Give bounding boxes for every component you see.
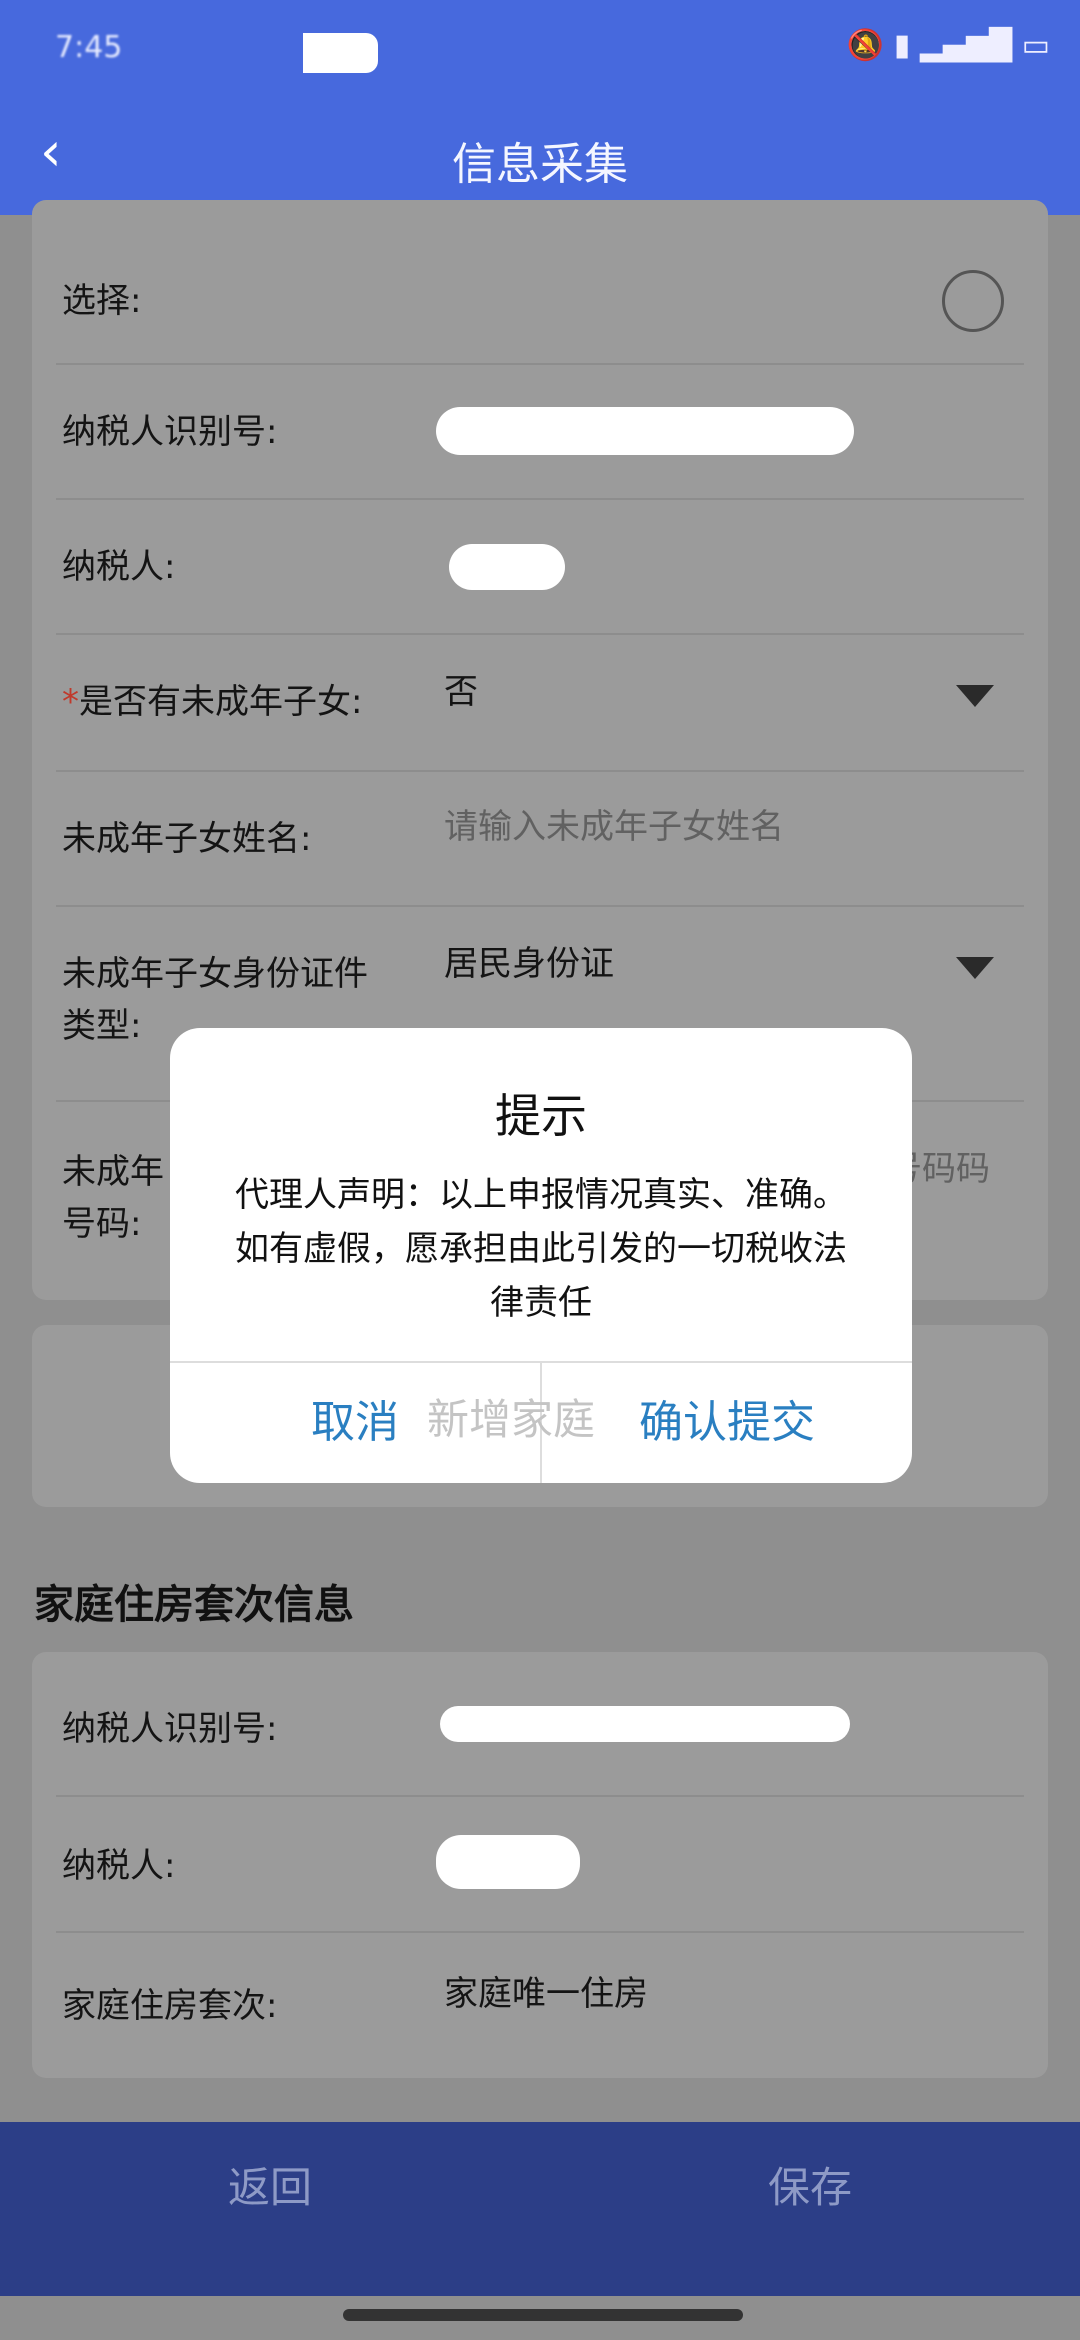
redaction — [436, 1835, 580, 1889]
redaction — [449, 544, 565, 590]
form-row-select: 选择: — [56, 200, 1024, 365]
field-label: *是否有未成年子女: — [62, 677, 362, 727]
confirm-dialog: 提示 代理人声明：以上申报情况真实、准确。如有虚假，愿承担由此引发的一切税收法律… — [170, 1028, 912, 1483]
redaction — [440, 1706, 850, 1742]
dialog-title: 提示 — [495, 1089, 587, 1143]
field-label: 纳税人: — [62, 547, 176, 587]
status-bar-time: 7:45 — [55, 30, 123, 65]
housing-row-taxpayer: 纳税人: — [56, 1797, 1024, 1933]
field-label: 选择: — [62, 281, 142, 321]
confirm-submit-button[interactable]: 确认提交 — [542, 1363, 912, 1483]
field-label-text: 是否有未成年子女: — [79, 682, 363, 722]
status-bar-icons: 🔕 ▮ ▂▄▆█ ▭ — [846, 28, 1050, 63]
cancel-button[interactable]: 取消 — [170, 1363, 540, 1483]
field-label: 未成年子女身份证件 — [62, 954, 368, 994]
back-button[interactable]: 返回 — [228, 2154, 312, 2215]
field-label: 纳税人识别号: — [62, 1709, 278, 1749]
field-label: 号码: — [62, 1204, 142, 1244]
bottom-nav: 返回 保存 — [0, 2122, 1080, 2296]
housing-row-house-count: 家庭住房套次: 家庭唯一住房 — [56, 1933, 1024, 2078]
form-row-child-name[interactable]: 未成年子女姓名: 请输入未成年子女姓名 — [56, 772, 1024, 907]
field-value: 居民身份证 — [444, 944, 614, 984]
page-title: 信息采集 — [452, 139, 628, 190]
dropdown-caret-icon[interactable] — [956, 685, 994, 707]
field-value: 否 — [444, 672, 478, 712]
required-mark: * — [62, 682, 79, 722]
child-name-input[interactable]: 请输入未成年子女姓名 — [444, 802, 784, 852]
field-label: 类型: — [62, 1006, 142, 1046]
dialog-message: 代理人声明：以上申报情况真实、准确。如有虚假，愿承担由此引发的一切税收法律责任 — [235, 1175, 847, 1323]
field-label: 纳税人: — [62, 1846, 176, 1886]
redaction — [436, 407, 854, 455]
field-label: 未成年子女姓名: — [62, 819, 312, 859]
select-radio[interactable] — [942, 270, 1004, 332]
field-value: 家庭唯一住房 — [444, 1974, 648, 2014]
field-label: 纳税人识别号: — [62, 412, 278, 452]
form-row-taxpayer: 纳税人: — [56, 500, 1024, 635]
section-title: 家庭住房套次信息 — [34, 1582, 354, 1628]
housing-card: 纳税人识别号: 纳税人: 家庭住房套次: 家庭唯一住房 — [32, 1652, 1048, 2078]
home-indicator[interactable] — [343, 2309, 743, 2321]
field-label: 家庭住房套次: — [62, 1986, 278, 2026]
form-row-taxpayer-id: 纳税人识别号: — [56, 365, 1024, 500]
redaction — [303, 33, 378, 73]
app-header: 7:45 🔕 ▮ ▂▄▆█ ▭ ‹ 信息采集 — [0, 0, 1080, 215]
form-row-has-minor-children[interactable]: *是否有未成年子女: 否 — [56, 635, 1024, 772]
field-label: 未成年 — [62, 1152, 164, 1192]
save-button[interactable]: 保存 — [768, 2154, 852, 2215]
dropdown-caret-icon[interactable] — [956, 957, 994, 979]
housing-row-taxpayer-id: 纳税人识别号: — [56, 1652, 1024, 1797]
